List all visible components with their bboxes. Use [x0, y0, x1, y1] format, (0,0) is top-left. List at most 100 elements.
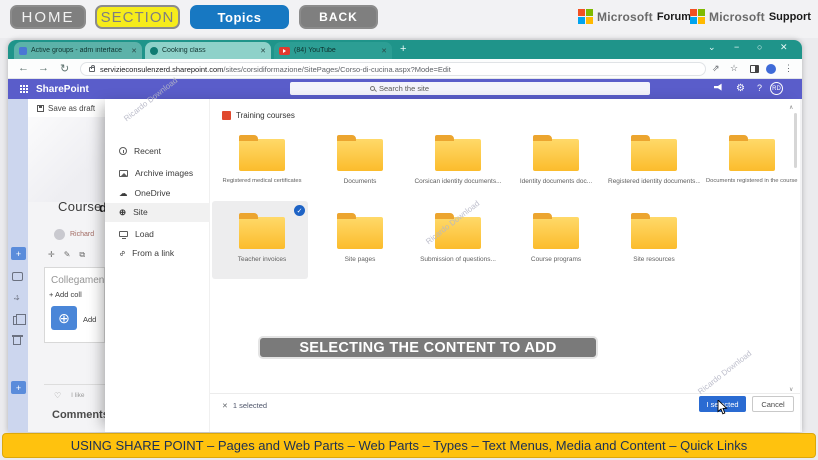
sidebar-item-label: Site: [133, 207, 148, 217]
padlock-icon: [89, 64, 95, 72]
side-panel-icon[interactable]: [750, 65, 759, 73]
sidebar-item-label: From a link: [132, 248, 175, 258]
back-nav-icon[interactable]: ←: [18, 62, 29, 74]
search-placeholder: Search the site: [379, 84, 430, 93]
settings-gear-icon[interactable]: ⚙: [736, 83, 745, 94]
tab-close-icon[interactable]: ✕: [381, 47, 387, 55]
search-input[interactable]: Search the site: [290, 82, 650, 95]
microsoft-forum-link[interactable]: Microsoft Forum: [578, 9, 691, 24]
webpart-toolbar: ✛ ✎ ⧉: [48, 250, 85, 260]
breadcrumb[interactable]: Training courses: [222, 111, 295, 120]
divider: [44, 384, 105, 385]
home-button[interactable]: HOME: [10, 5, 86, 29]
topics-button[interactable]: Topics: [190, 5, 289, 29]
forward-nav-icon[interactable]: →: [38, 62, 49, 74]
share-icon[interactable]: ⇗: [712, 63, 720, 74]
selection-status: ✕ 1 selected: [222, 401, 267, 410]
sidebar-item-onedrive[interactable]: ☁ OneDrive: [119, 188, 170, 198]
kebab-menu-icon[interactable]: ⋮: [784, 63, 793, 74]
cancel-button[interactable]: Cancel: [752, 396, 794, 412]
site-logo-icon: [222, 111, 231, 120]
folder-label: Site pages: [344, 256, 376, 263]
folder-tile[interactable]: Site pages: [314, 213, 406, 263]
folder-tile-selected[interactable]: Teacher invoices: [216, 213, 308, 263]
microsoft-support-link[interactable]: Microsoft Support: [690, 9, 811, 24]
microsoft-wordmark: Microsoft: [597, 9, 653, 24]
comments-heading: Comments: [52, 409, 109, 421]
add-webpart-button[interactable]: +: [11, 247, 26, 260]
like-icon[interactable]: ♡: [54, 391, 61, 400]
add-section-button[interactable]: +: [11, 381, 26, 394]
sidebar-item-recent[interactable]: Recent: [119, 146, 161, 156]
add-link-label[interactable]: + Add coll: [49, 290, 82, 299]
youtube-icon: [279, 46, 290, 55]
tab-active-groups[interactable]: Active groups - adm interface ✕: [14, 42, 142, 59]
save-as-draft-label: Save as draft: [48, 103, 96, 113]
tab-close-icon[interactable]: ✕: [260, 47, 266, 55]
folder-tile[interactable]: Registered identity documents...: [608, 135, 700, 185]
save-as-draft-button[interactable]: Save as draft: [28, 99, 105, 117]
lesson-title-bar: USING SHARE POINT – Pages and Web Parts …: [2, 433, 816, 458]
folder-tile[interactable]: Course programs: [510, 213, 602, 263]
folder-label: Corsican identity documents...: [414, 178, 502, 185]
clear-selection-icon[interactable]: ✕: [222, 402, 228, 410]
folder-tile[interactable]: Registered medical certificates: [216, 135, 308, 184]
caption-banner: SELECTING THE CONTENT TO ADD: [258, 336, 598, 359]
tab-title: Cooking class: [162, 47, 206, 54]
add-link-globe-button[interactable]: ⊕: [51, 306, 77, 330]
folder-icon: [533, 135, 579, 171]
window-restore-icon[interactable]: ○: [757, 42, 762, 52]
folder-icon: [533, 213, 579, 249]
window-close-icon[interactable]: ✕: [780, 42, 788, 53]
window-menu-icon[interactable]: ⌄: [708, 42, 716, 53]
breadcrumb-label: Training courses: [236, 111, 295, 120]
sidebar-item-from-a-link[interactable]: ∞ From a link: [116, 247, 175, 258]
sidebar-item-site[interactable]: ⊕ Site: [119, 207, 148, 217]
tab-youtube[interactable]: (84) YouTube ✕: [274, 42, 392, 59]
tab-close-icon[interactable]: ✕: [131, 47, 137, 55]
delete-icon[interactable]: [12, 335, 23, 345]
page-title: Course: [58, 199, 102, 214]
folder-icon: [435, 135, 481, 171]
scroll-up-arrow[interactable]: ∧: [789, 104, 793, 111]
sidebar-item-archive-images[interactable]: Archive images: [119, 168, 193, 178]
duplicate-webpart-icon[interactable]: ⧉: [79, 250, 85, 260]
tab-cooking-class[interactable]: Cooking class ✕: [145, 42, 271, 59]
megaphone-icon[interactable]: [713, 83, 723, 94]
move-icon[interactable]: ↔ ↕: [12, 292, 23, 305]
section-button[interactable]: SECTION: [95, 5, 180, 29]
window-minimize-icon[interactable]: −: [734, 42, 739, 52]
move-webpart-icon[interactable]: ✛: [48, 250, 55, 260]
tab-favicon: [150, 46, 158, 55]
scroll-down-arrow[interactable]: ∨: [789, 386, 793, 393]
edit-pencil-icon[interactable]: ✎: [64, 250, 71, 260]
scrollbar-thumb[interactable]: [794, 113, 797, 168]
search-icon: [370, 86, 375, 91]
url-field[interactable]: servizieconsulenzerd.sharepoint.com/site…: [80, 62, 706, 76]
user-avatar[interactable]: RD: [770, 82, 783, 95]
folder-tile[interactable]: Site resources: [608, 213, 700, 263]
folder-tile[interactable]: Documents registered in the course...: [706, 135, 798, 184]
help-icon[interactable]: ?: [757, 83, 762, 93]
sharepoint-app-name: SharePoint: [36, 84, 89, 95]
folder-tile[interactable]: Documents: [314, 135, 406, 185]
sidebar-item-load[interactable]: Load: [119, 229, 154, 239]
folder-label: Registered identity documents...: [608, 178, 700, 185]
slide-header: HOME SECTION Topics BACK Microsoft Forum…: [0, 0, 818, 38]
forum-label: Forum: [656, 10, 692, 23]
reload-icon[interactable]: ↻: [60, 62, 69, 75]
browser-profile-avatar[interactable]: [766, 64, 776, 74]
bookmark-star-icon[interactable]: ☆: [730, 63, 738, 74]
folder-label: Documents registered in the course...: [706, 178, 798, 184]
folder-icon: [729, 135, 775, 171]
folder-tile[interactable]: Identity documents doc...: [510, 135, 602, 185]
back-button[interactable]: BACK: [299, 5, 378, 29]
add-button-label: Add: [83, 315, 97, 324]
sidebar-item-label: Recent: [134, 146, 161, 156]
like-row[interactable]: ♡ I like: [54, 391, 85, 400]
duplicate-icon[interactable]: [13, 314, 26, 325]
new-tab-button[interactable]: +: [400, 43, 406, 55]
app-launcher-waffle-icon[interactable]: [20, 85, 22, 87]
comment-icon[interactable]: [12, 272, 23, 281]
folder-tile[interactable]: Corsican identity documents...: [412, 135, 504, 185]
